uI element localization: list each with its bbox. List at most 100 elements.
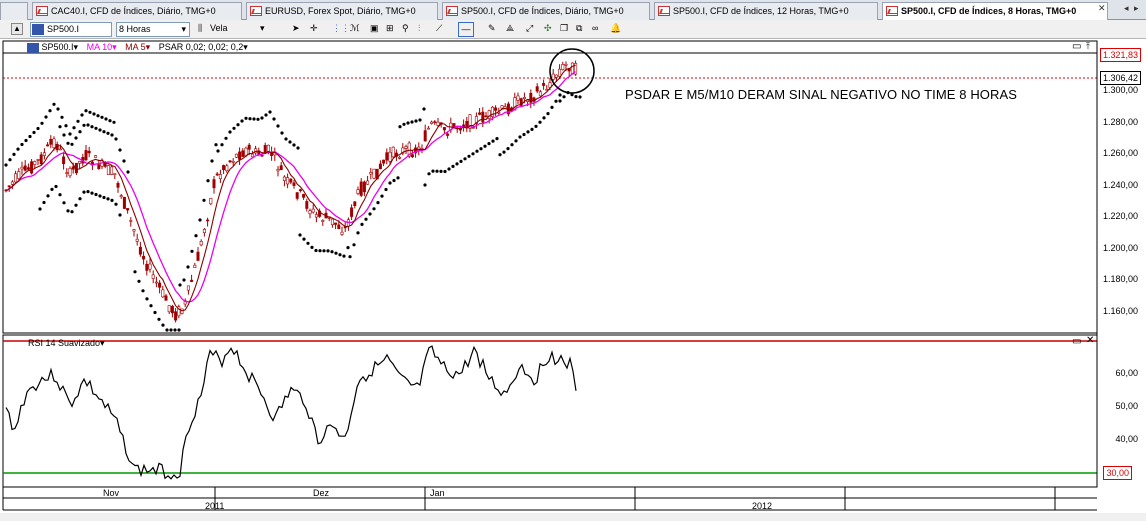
psar-dot bbox=[198, 218, 202, 222]
psar-dot bbox=[165, 328, 169, 332]
price-high-box: 1.321,83 bbox=[1099, 48, 1141, 62]
psar-dot bbox=[342, 254, 346, 258]
shapes-icon[interactable]: ⟁ bbox=[506, 22, 514, 37]
candle-body bbox=[481, 111, 485, 123]
legend-psar[interactable]: PSAR 0,02; 0,02; 0,2 bbox=[159, 42, 244, 52]
pin-icon[interactable]: ⤒ bbox=[1086, 41, 1090, 52]
pencil-icon[interactable]: ✎ bbox=[488, 22, 496, 37]
period-sep-icon[interactable]: ⫶ bbox=[418, 22, 420, 37]
candle-body bbox=[423, 130, 427, 142]
psar-dot bbox=[86, 190, 90, 194]
chart-annotation: PSDAR E M5/M10 DERAM SINAL NEGATIVO NO T… bbox=[625, 87, 1018, 102]
chart-type-select[interactable]: ⫼ Vela ▾ bbox=[196, 22, 270, 37]
psar-dot bbox=[443, 169, 447, 174]
psar-dot bbox=[558, 99, 562, 103]
indicator-icon[interactable]: ℳ bbox=[350, 22, 360, 37]
candle-body bbox=[295, 192, 299, 199]
scroll-right-icon[interactable]: ▸ bbox=[1134, 3, 1139, 14]
hline-tool-icon[interactable]: — bbox=[458, 22, 474, 37]
psar-dot bbox=[206, 179, 210, 183]
candle-body bbox=[228, 160, 232, 163]
candle-body bbox=[398, 157, 402, 159]
object-list-icon[interactable]: ▣ bbox=[370, 22, 379, 37]
legend-symbol[interactable]: SP500.I bbox=[42, 42, 74, 52]
psar-dot bbox=[471, 152, 475, 156]
psar-dot bbox=[392, 178, 396, 183]
psar-dot bbox=[252, 117, 256, 121]
candle-body bbox=[362, 181, 366, 193]
candle-body bbox=[10, 181, 14, 185]
timeframe-select[interactable]: 8 Horas ▾ bbox=[116, 22, 190, 37]
tab-eurusd-daily[interactable]: EURUSD, Forex Spot, Diário, TMG+0 bbox=[246, 2, 438, 20]
candle-body bbox=[282, 176, 286, 181]
psar-dot bbox=[487, 142, 491, 146]
crosshair-icon[interactable]: ✛ bbox=[310, 22, 318, 37]
trade-icon[interactable]: ✣ bbox=[544, 22, 552, 37]
tab-cac40-daily[interactable]: CAC40.I, CFD de Índices, Diário, TMG+0 bbox=[32, 2, 242, 20]
tab-sp500-8h[interactable]: SP500.I, CFD de Índices, 8 Horas, TMG+0 bbox=[882, 2, 1108, 21]
rsi-label[interactable]: RSI 14 Suavizado▾ bbox=[28, 338, 105, 349]
candle-body bbox=[148, 263, 152, 270]
candle-body bbox=[554, 74, 558, 78]
candle-body bbox=[516, 95, 520, 101]
legend-ma5[interactable]: MA 5 bbox=[125, 42, 146, 52]
psar-dot bbox=[92, 112, 96, 116]
psar-dot bbox=[56, 107, 60, 111]
close-tab-icon[interactable]: ✕ bbox=[1098, 3, 1106, 14]
candle-body bbox=[206, 219, 210, 222]
rsi-close-icon[interactable]: ✕ bbox=[1086, 335, 1094, 346]
link-icon[interactable]: ∞ bbox=[592, 22, 598, 37]
psar-dot bbox=[80, 113, 84, 117]
attach-icon[interactable]: ⊞ bbox=[386, 22, 394, 37]
rsi-maximize-icon[interactable]: ▭ bbox=[1072, 336, 1081, 347]
legend-ma10[interactable]: MA 10 bbox=[87, 42, 113, 52]
candle-body bbox=[542, 83, 546, 86]
candle-body bbox=[356, 189, 360, 194]
candle-body bbox=[353, 201, 357, 206]
candle-body bbox=[231, 160, 235, 163]
layers-icon[interactable]: ❐ bbox=[560, 22, 568, 37]
chart-legend: SP500.I▾ MA 10▾ MA 5▾ PSAR 0,02; 0,02; 0… bbox=[27, 41, 248, 53]
psar-dot bbox=[66, 209, 70, 213]
alert-icon[interactable]: 🔔 bbox=[610, 22, 621, 37]
psar-dot bbox=[396, 176, 400, 180]
candle-body bbox=[116, 183, 120, 188]
line-tool-icon[interactable]: ⟋ bbox=[436, 22, 442, 37]
psar-dot bbox=[427, 172, 431, 176]
psar-dot bbox=[479, 147, 483, 151]
expand-icon[interactable]: ⤢ bbox=[526, 22, 533, 37]
psar-dot bbox=[118, 213, 122, 217]
tab-0[interactable] bbox=[0, 2, 28, 20]
candle-body bbox=[36, 159, 40, 161]
psar-dot bbox=[388, 181, 392, 185]
rsi-axis-label: 60,00 bbox=[1115, 368, 1138, 378]
psar-dot bbox=[202, 198, 206, 202]
psar-dot bbox=[498, 153, 502, 157]
candle-body bbox=[23, 165, 27, 171]
candle-body bbox=[62, 156, 66, 165]
scroll-left-icon[interactable]: ◂ bbox=[1124, 3, 1129, 14]
symbol-icon bbox=[27, 42, 39, 53]
price-label: 1.160,00 bbox=[1102, 306, 1138, 316]
grid-icon[interactable]: ⋮⋮ bbox=[332, 22, 350, 37]
maximize-icon[interactable]: ▭ bbox=[1072, 41, 1081, 52]
psar-dot bbox=[78, 197, 82, 201]
psar-dot bbox=[562, 95, 566, 99]
tab-sp500-daily[interactable]: SP500.I, CFD de Índices, Diário, TMG+0 bbox=[442, 2, 650, 20]
zoom-icon[interactable]: ⚲ bbox=[402, 22, 409, 37]
template-icon[interactable]: ⧉ bbox=[576, 22, 582, 37]
candle-body bbox=[500, 105, 504, 109]
psar-dot bbox=[190, 249, 194, 253]
tab-sp500-12h[interactable]: SP500.I, CFD de Índices, 12 Horas, TMG+0 bbox=[654, 2, 878, 20]
candle-body bbox=[366, 180, 370, 185]
candle-body bbox=[382, 159, 386, 164]
psar-dot bbox=[68, 132, 72, 136]
psar-dot bbox=[376, 201, 380, 205]
cursor-icon[interactable]: ➤ bbox=[292, 22, 300, 37]
psar-dot bbox=[112, 120, 116, 124]
chart-area[interactable] bbox=[0, 39, 1146, 521]
psar-dot bbox=[356, 231, 360, 235]
collapse-button[interactable]: ▲ bbox=[11, 23, 23, 35]
psar-dot bbox=[346, 246, 350, 250]
candle-body bbox=[94, 155, 98, 158]
